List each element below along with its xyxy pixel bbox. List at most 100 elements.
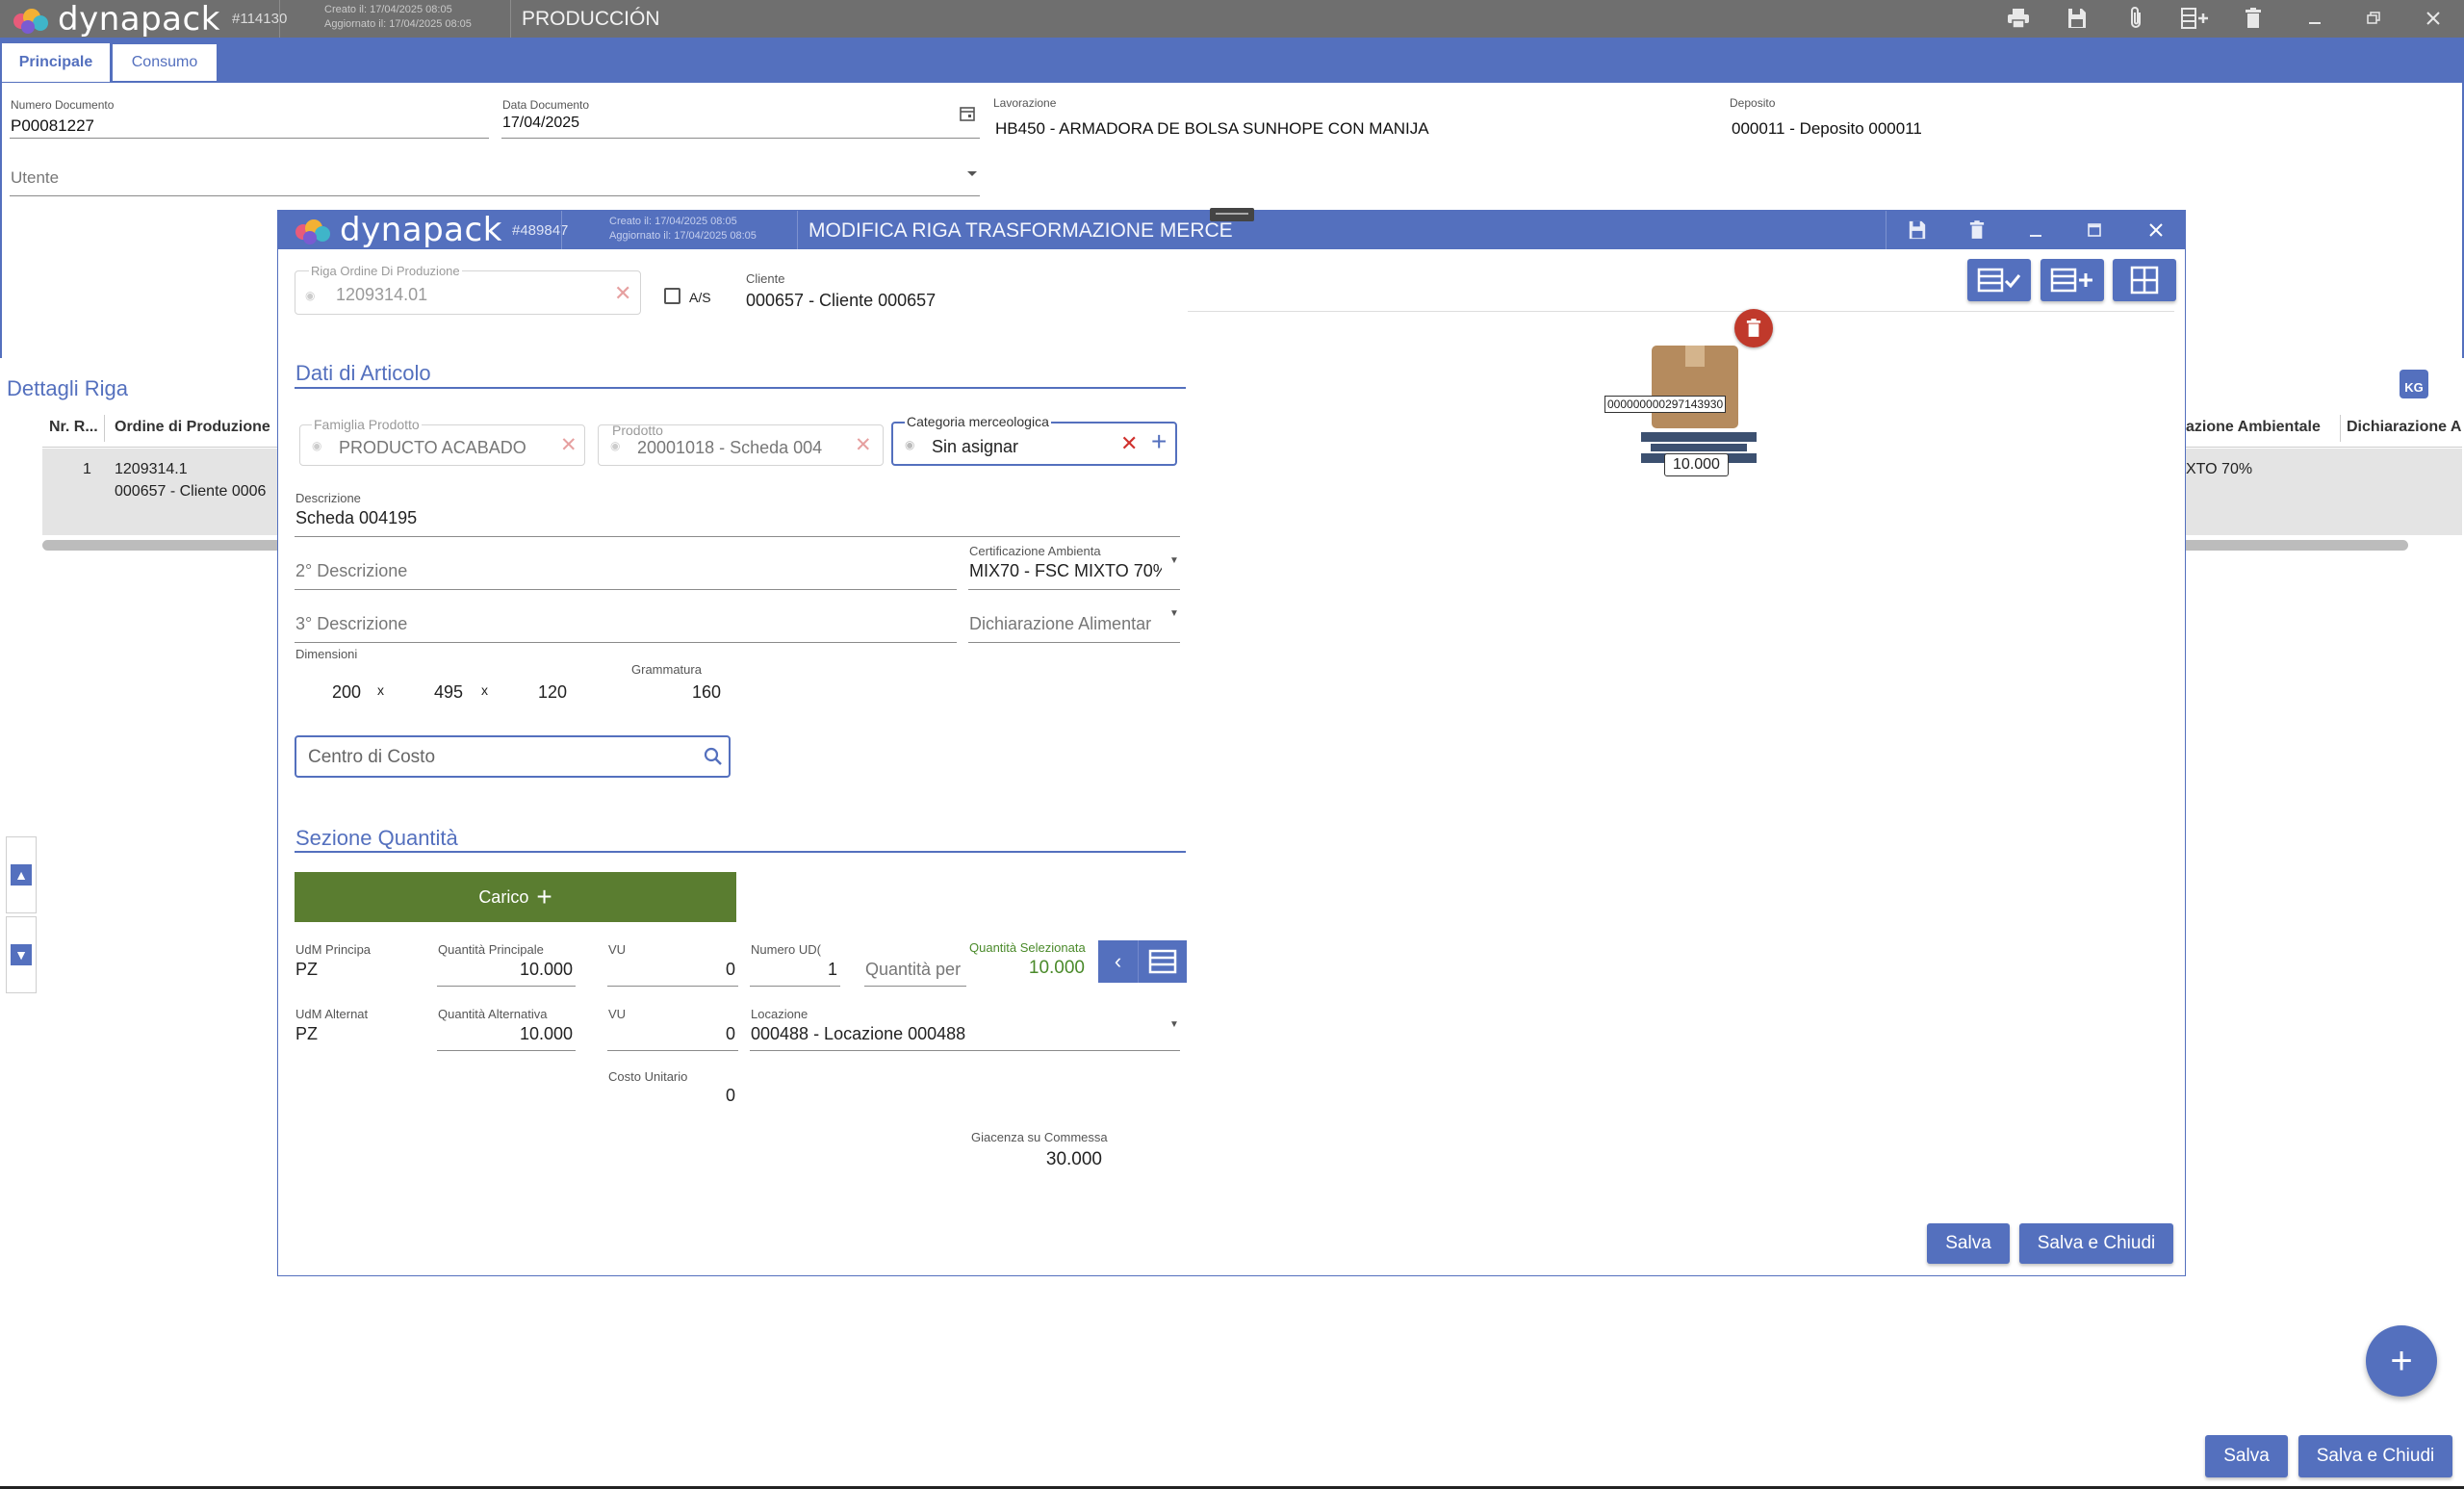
descrizione-field[interactable]: Scheda 004195 [295,508,417,528]
prodotto-field[interactable]: Prodotto ◉ 20001018 - Scheda 004 ✕ [598,424,884,466]
riga-ordine-field[interactable]: Riga Ordine Di Produzione ◉ 1209314.01 ✕ [295,264,641,315]
drag-handle[interactable] [1210,208,1254,221]
left-border [0,83,2,358]
search-icon[interactable] [704,747,723,771]
dialog-delete-icon[interactable] [1963,216,1991,244]
divider [510,0,511,38]
chevron-down-icon[interactable] [966,166,978,183]
dialog-minimize-icon[interactable] [2021,216,2050,244]
quantita-principale-label: Quantità Principale [438,942,544,957]
chevron-down-icon[interactable]: ▼ [1169,608,1179,619]
dimensione-larghezza[interactable]: 200 [326,682,361,703]
dialog-save-icon[interactable] [1903,216,1932,244]
dialog-app-name: dynapack [340,211,502,249]
pallet-barcode: 000000000297143930 [1604,396,1727,413]
grammatura-value[interactable]: 160 [682,682,721,703]
eye-icon: ◉ [905,438,915,451]
grid-view-button[interactable] [2113,259,2176,301]
categoria-value: Sin asignar [932,437,1019,456]
row-certificazione: XTO 70% [2186,461,2253,477]
column-header-ordine[interactable]: Ordine di Produzione [115,419,270,436]
certificazione-label: Certificazione Ambienta [969,544,1101,558]
riga-ordine-value: 1209314.01 [336,285,428,304]
numero-documento-field[interactable]: P00081227 [11,116,94,136]
minimize-icon[interactable] [2300,4,2329,33]
column-header-certificazione[interactable]: azione Ambientale [2186,419,2321,436]
dialog-maximize-icon[interactable] [2080,216,2109,244]
pallet-add-button[interactable] [2040,259,2104,301]
quantita-principale-field[interactable]: 10.000 [438,960,573,980]
field-underline [501,138,980,139]
clear-icon[interactable]: ✕ [614,281,631,306]
vu-label: VU [608,1007,627,1021]
dialog-updated-date: Aggiornato il: 17/04/2025 08:05 [609,230,757,242]
vu-field[interactable]: 0 [608,960,735,980]
pallet-graphic[interactable]: 000000000297143930 10.000 [1604,309,1805,492]
descrizione-2-field[interactable]: 2° Descrizione [295,561,407,581]
tab-consumo[interactable]: Consumo [113,44,217,81]
app-name: dynapack [58,0,220,39]
plus-icon: + [536,882,552,911]
column-header-nr[interactable]: Nr. R... [49,419,98,436]
as-checkbox[interactable] [664,288,680,304]
add-icon[interactable]: + [1151,426,1167,457]
dimensione-altezza[interactable]: 120 [532,682,567,703]
add-fab-button[interactable]: + [2366,1325,2437,1397]
chevron-left-icon[interactable]: ‹ [1098,940,1139,983]
column-header-dichiarazione[interactable]: Dichiarazione A [2347,419,2461,436]
main-save-close-button[interactable]: Salva e Chiudi [2298,1435,2452,1477]
scroll-up-button[interactable]: ▲ [6,836,37,913]
famiglia-prodotto-field[interactable]: Famiglia Prodotto ◉ PRODUCTO ACABADO ✕ [299,417,585,466]
tab-principale[interactable]: Principale [2,43,110,82]
clear-icon[interactable]: ✕ [560,433,578,457]
carico-button[interactable]: Carico + [295,872,736,922]
field-underline [607,1050,738,1051]
lavorazione-label: Lavorazione [993,96,1057,110]
chevron-down-icon[interactable]: ▼ [1169,1019,1179,1030]
print-icon[interactable] [2004,4,2033,33]
close-icon[interactable] [2419,4,2448,33]
costo-unitario-label: Costo Unitario [608,1069,688,1084]
vu-field[interactable]: 0 [608,1024,735,1044]
dimensione-lunghezza[interactable]: 495 [428,682,463,703]
main-save-button[interactable]: Salva [2205,1435,2288,1477]
categoria-merceologica-field[interactable]: Categoria merceologica ◉ Sin asignar ✕ + [891,414,1177,466]
centro-di-costo-field[interactable]: Centro di Costo [295,735,731,778]
numero-udc-field[interactable]: 1 [751,960,837,980]
descrizione-3-field[interactable]: 3° Descrizione [295,614,407,634]
quantita-alternativa-field[interactable]: 10.000 [438,1024,573,1044]
centro-di-costo-placeholder: Centro di Costo [308,747,436,767]
tab-bar: Principale Consumo [0,38,2464,83]
chevron-down-icon[interactable]: ▼ [1169,555,1179,566]
dichiarazione-alimentare-select[interactable]: Dichiarazione Alimentar [969,614,1162,634]
dialog-close-icon[interactable] [2142,216,2170,244]
utente-field[interactable]: Utente [11,168,59,188]
add-row-icon[interactable] [2180,4,2209,33]
pallet-confirm-button[interactable] [1967,259,2031,301]
save-icon[interactable] [2063,4,2092,33]
attachment-icon[interactable] [2121,4,2150,33]
clear-icon[interactable]: ✕ [855,433,872,457]
certificazione-select[interactable]: MIX70 - FSC MIXTO 70% [969,561,1162,581]
field-underline [968,589,1180,590]
costo-unitario-value: 0 [725,1086,735,1105]
clear-icon[interactable]: ✕ [1120,431,1138,456]
quantita-per-field[interactable]: Quantità per [865,960,966,980]
arrow-up-icon: ▲ [11,864,32,886]
deposito-label: Deposito [1730,96,1776,110]
dialog-save-close-button[interactable]: Salva e Chiudi [2019,1223,2173,1264]
dialog-save-button[interactable]: Salva [1927,1223,2010,1264]
restore-icon[interactable] [2359,4,2388,33]
as-label: A/S [689,290,711,305]
data-documento-field[interactable]: 17/04/2025 [502,115,579,132]
kg-weight-icon[interactable]: KG [2400,370,2428,398]
pallet-list-icon[interactable] [1139,940,1187,983]
pallet-quantity: 10.000 [1664,453,1729,476]
locazione-select[interactable]: 000488 - Locazione 000488 [751,1024,965,1044]
pallet-delete-icon[interactable] [1734,309,1773,347]
delete-icon[interactable] [2239,4,2268,33]
scroll-down-button[interactable]: ▼ [6,916,37,993]
grammatura-label: Grammatura [631,662,702,677]
udm-alternativa-value: PZ [295,1024,319,1043]
calendar-icon[interactable] [959,105,976,127]
